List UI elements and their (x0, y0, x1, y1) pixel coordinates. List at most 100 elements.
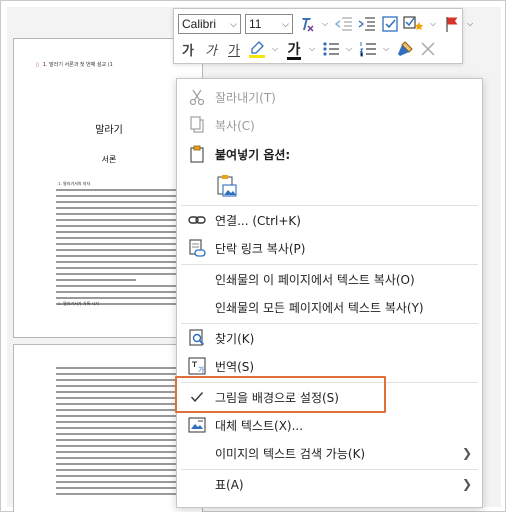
chevron-down-icon: ⌵ (271, 44, 279, 53)
menu-item-label: 단락 링크 복사(P) (215, 241, 306, 256)
chevron-down-icon: ⌵ (466, 19, 474, 28)
printout-page-2[interactable] (13, 344, 203, 512)
doc-heading-2: 2. 말라기서가 기록 시기 (58, 301, 99, 306)
clear-formatting-icon (302, 18, 314, 32)
link-icon (187, 209, 207, 231)
chevron-right-icon: ❯ (461, 477, 472, 491)
chevron-down-icon: ⌵ (308, 44, 316, 53)
menu-item-copy-paragraph-link[interactable]: 단락 링크 복사(P) (177, 234, 482, 262)
menu-item-table[interactable]: 표(A) ❯ (177, 470, 482, 498)
paste-as-picture-button[interactable] (177, 170, 482, 202)
chevron-down-icon: ⌵ (345, 44, 353, 53)
tags-button[interactable] (403, 13, 425, 35)
chevron-down-icon: ⌵ (429, 19, 437, 28)
underline-icon: 가 (228, 43, 240, 59)
menu-item-label: 이미지의 텍스트 검색 가능(K) (215, 446, 366, 461)
menu-item-link[interactable]: 연결... (Ctrl+K) (177, 206, 482, 234)
doc-header-text: 1. 말라기 서론과 첫 번째 설교 (1 (42, 62, 113, 68)
mini-format-toolbar: Calibri ⌵ 11 ⌵ ⌵ ⌵ ⌵ 가 가 가 ⌵ 가 ⌵ ⌵ ⌵ (173, 8, 473, 64)
scissors-icon (187, 86, 207, 108)
menu-item-label: 대체 텍스트(X)... (215, 418, 304, 433)
menu-item-label: 번역(S) (215, 359, 255, 374)
numbered-list-icon (359, 42, 376, 57)
doc-subtitle: 서론 (101, 155, 117, 164)
menu-item-label: 연결... (Ctrl+K) (215, 213, 301, 228)
doc-heading-1: 1. 말라기서의 저자 (58, 181, 91, 186)
doc-body-text-1 (56, 189, 190, 309)
menu-item-alt-text[interactable]: 대체 텍스트(X)... (177, 411, 482, 439)
paintbrush-icon (398, 41, 413, 56)
underline-button[interactable]: 가 (224, 38, 244, 60)
clear-formatting-button[interactable] (297, 13, 317, 35)
todo-tag-button[interactable] (380, 13, 400, 35)
paragraph-link-icon (187, 237, 207, 259)
close-icon (421, 42, 435, 56)
chevron-right-icon: ❯ (461, 446, 472, 460)
doc-title: 말라기 (95, 125, 123, 136)
menu-item-label: 인쇄물의 이 페이지에서 텍스트 복사(O) (215, 272, 415, 287)
increase-indent-icon (358, 17, 375, 31)
highlight-color-dropdown[interactable]: ⌵ (270, 38, 280, 60)
clipboard-icon (187, 143, 207, 165)
clear-formatting-dropdown[interactable]: ⌵ (320, 13, 330, 35)
font-color-dropdown[interactable]: ⌵ (307, 38, 317, 60)
translate-icon: 가 (187, 355, 207, 377)
copy-icon (187, 114, 207, 136)
font-size-combo[interactable]: 11 ⌵ (245, 14, 293, 34)
bold-button[interactable]: 가 (178, 38, 198, 60)
chevron-down-icon: ⌵ (282, 18, 289, 29)
menu-item-searchable-image-text[interactable]: 이미지의 텍스트 검색 가능(K) ❯ (177, 439, 482, 467)
highlight-color-button[interactable] (247, 38, 267, 60)
format-painter-button[interactable] (395, 38, 415, 60)
menu-item-copy-text-this-page[interactable]: 인쇄물의 이 페이지에서 텍스트 복사(O) (177, 265, 482, 293)
onenote-window: ▯ 1. 말라기 서론과 첫 번째 설교 (1 말라기 서론 1. 말라기서의 저… (0, 0, 506, 512)
context-menu: 잘라내기(T) 복사(C) 붙여넣기 옵션: 연결... (Ctrl+K) 단락… (176, 78, 483, 508)
doc-header: ▯ 1. 말라기 서론과 첫 번째 설교 (1 (36, 61, 113, 68)
decrease-indent-icon (335, 17, 352, 31)
chevron-down-icon: ⌵ (321, 19, 329, 28)
toolbar-row-1: Calibri ⌵ 11 ⌵ ⌵ ⌵ ⌵ (178, 12, 479, 36)
bullets-button[interactable] (321, 38, 341, 60)
highlight-box (175, 376, 386, 413)
font-color-button[interactable]: 가 (284, 38, 304, 60)
paste-picture-icon (215, 173, 239, 199)
italic-icon: 가 (205, 43, 217, 59)
tags-dropdown[interactable]: ⌵ (428, 13, 438, 35)
checkbox-icon (382, 16, 398, 32)
doc-header-mark: ▯ (36, 62, 39, 68)
flag-dropdown[interactable]: ⌵ (465, 13, 475, 35)
bullets-dropdown[interactable]: ⌵ (344, 38, 354, 60)
alt-text-icon (187, 414, 207, 436)
printout-page-1[interactable]: ▯ 1. 말라기 서론과 첫 번째 설교 (1 말라기 서론 1. 말라기서의 저… (13, 38, 203, 338)
find-icon (187, 327, 207, 349)
decrease-indent-button[interactable] (334, 13, 354, 35)
menu-item-label: 찾기(K) (215, 331, 255, 346)
menu-item-copy-text-all-pages[interactable]: 인쇄물의 모든 페이지에서 텍스트 복사(Y) (177, 293, 482, 321)
numbering-button[interactable] (358, 38, 378, 60)
italic-button[interactable]: 가 (201, 38, 221, 60)
chevron-down-icon: ⌵ (230, 18, 237, 29)
highlighter-icon (249, 41, 265, 58)
menu-item-label: 표(A) (215, 477, 244, 492)
numbering-dropdown[interactable]: ⌵ (381, 38, 391, 60)
menu-item-label: 인쇄물의 모든 페이지에서 텍스트 복사(Y) (215, 300, 424, 315)
menu-item-label: 붙여넣기 옵션: (215, 147, 291, 162)
menu-item-paste-options: 붙여넣기 옵션: (177, 140, 482, 168)
flag-icon (446, 17, 458, 32)
tag-check-star-icon (403, 16, 424, 31)
increase-indent-button[interactable] (357, 13, 377, 35)
menu-item-cut[interactable]: 잘라내기(T) (177, 83, 482, 111)
font-name-value: Calibri (182, 17, 217, 31)
bold-icon: 가 (182, 43, 194, 59)
menu-item-find[interactable]: 찾기(K) (177, 324, 482, 352)
menu-item-label: 잘라내기(T) (215, 90, 276, 105)
doc-body-text-2 (56, 367, 190, 499)
delete-button[interactable] (418, 38, 438, 60)
font-name-combo[interactable]: Calibri ⌵ (178, 14, 241, 34)
menu-item-copy[interactable]: 복사(C) (177, 111, 482, 139)
follow-up-flag-button[interactable] (442, 13, 462, 35)
font-color-icon: 가 (287, 42, 301, 58)
bullet-list-icon (323, 42, 339, 56)
menu-item-label: 복사(C) (215, 118, 255, 133)
chevron-down-icon: ⌵ (382, 44, 390, 53)
